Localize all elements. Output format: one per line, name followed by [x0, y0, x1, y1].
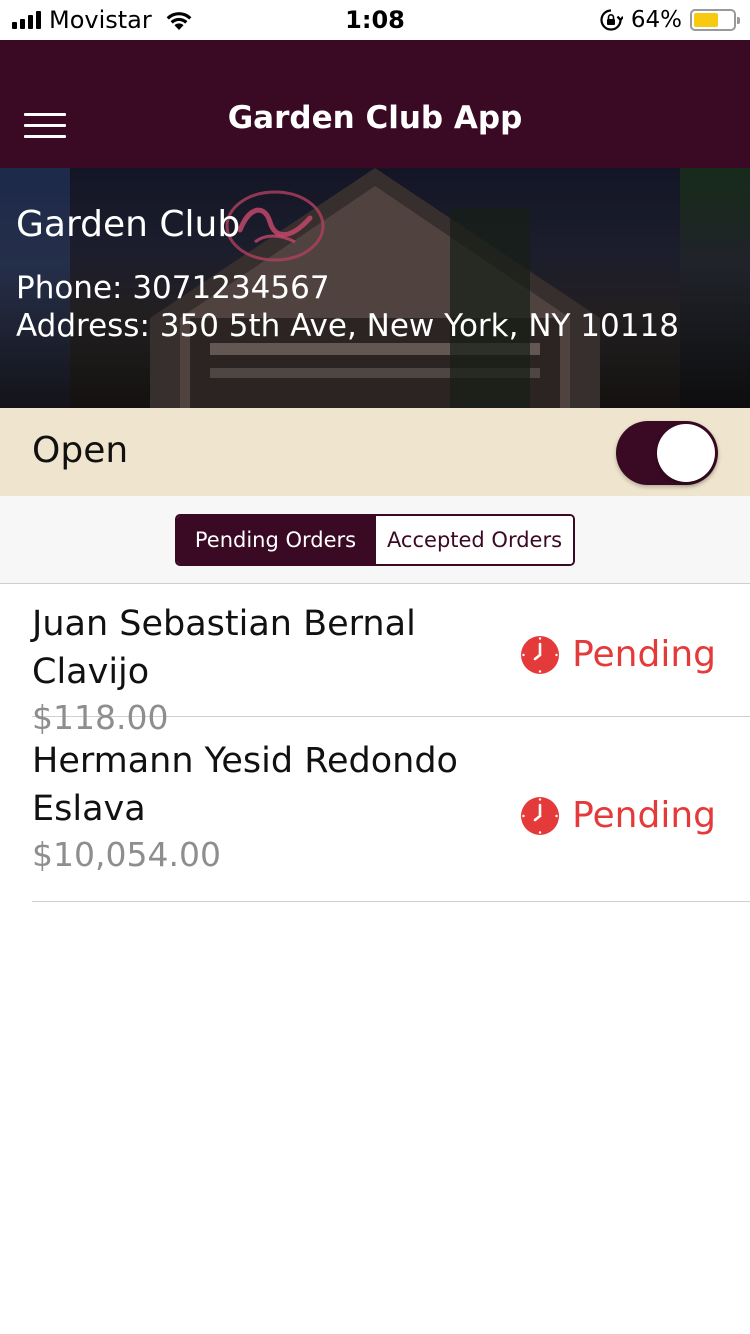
order-tabs: Pending Orders Accepted Orders [175, 514, 575, 566]
order-status: Pending [520, 795, 716, 836]
nav-bar: Garden Club App [0, 40, 750, 168]
order-total: $10,054.00 [32, 835, 221, 874]
restaurant-address: Address: 350 5th Ave, New York, NY 10118 [16, 308, 679, 344]
order-customer-name: Hermann Yesid Redondo Eslava [32, 741, 458, 829]
status-bar: Movistar 1:08 64% [0, 0, 750, 40]
restaurant-name: Garden Club [16, 204, 241, 245]
rotation-lock-icon [600, 9, 623, 31]
open-toggle[interactable] [616, 421, 718, 485]
status-bar-right: 64% [599, 6, 740, 34]
order-tabs-bar: Pending Orders Accepted Orders [0, 496, 750, 584]
open-status-bar: Open [0, 408, 750, 496]
battery-icon [690, 9, 740, 31]
toggle-knob [657, 424, 715, 482]
open-label: Open [32, 430, 129, 471]
restaurant-header: Garden Club Phone: 3071234567 Address: 3… [0, 168, 750, 408]
orders-list: Juan Sebastian Bernal Clavijo $118.00 Pe… [0, 584, 750, 902]
tab-accepted-orders[interactable]: Accepted Orders [374, 516, 573, 564]
clock-icon [521, 635, 560, 674]
battery-fill [694, 13, 718, 27]
order-customer-name: Juan Sebastian Bernal Clavijo [32, 604, 416, 692]
order-row[interactable]: Juan Sebastian Bernal Clavijo $118.00 Pe… [32, 584, 750, 737]
battery-percent: 64% [630, 7, 682, 33]
clock-icon [521, 796, 560, 835]
tab-pending-orders[interactable]: Pending Orders [177, 516, 374, 564]
status-label: Pending [572, 795, 716, 836]
page-title: Garden Club App [227, 100, 523, 136]
order-status: Pending [520, 634, 716, 675]
restaurant-phone: Phone: 3071234567 [16, 270, 330, 306]
status-label: Pending [572, 634, 716, 675]
order-row[interactable]: Hermann Yesid Redondo Eslava $10,054.00 … [32, 717, 750, 902]
